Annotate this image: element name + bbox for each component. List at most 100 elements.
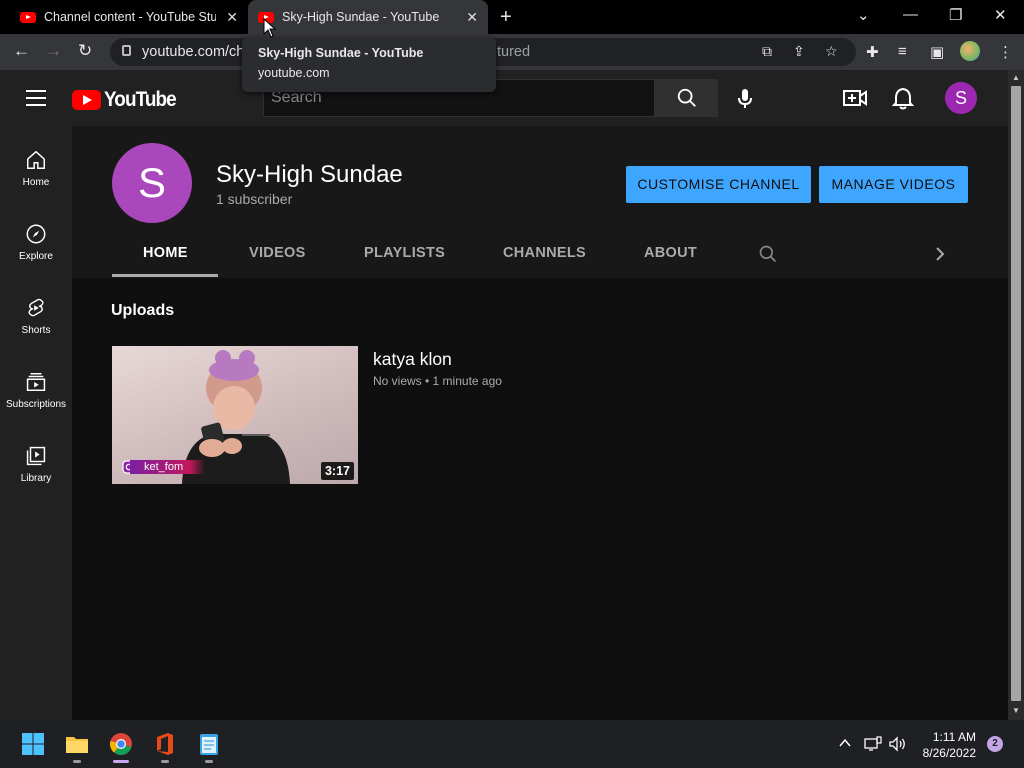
url-text-tail: tured xyxy=(497,44,531,60)
reading-list-icon[interactable]: ≡ xyxy=(898,43,907,60)
sidebar-item-label: Subscriptions xyxy=(5,399,67,410)
channel-avatar: S xyxy=(112,143,192,223)
tab-home[interactable]: HOME xyxy=(143,245,188,261)
office-icon[interactable] xyxy=(153,732,177,756)
youtube-favicon-icon xyxy=(20,11,36,23)
sidebar-item-label: Shorts xyxy=(21,325,51,336)
scroll-down-arrow-icon[interactable]: ▼ xyxy=(1012,706,1020,715)
tab-channel-content[interactable]: Channel content - YouTube Studio ✕ xyxy=(12,0,248,34)
sidebar-item-library[interactable]: Library xyxy=(0,445,72,484)
page-scrollbar[interactable]: ▲ ▼ xyxy=(1008,70,1024,720)
share-icon[interactable]: ⇪ xyxy=(793,43,805,60)
active-tab-indicator xyxy=(112,274,218,277)
restore-icon[interactable]: ❐ xyxy=(949,6,962,24)
compass-icon xyxy=(26,224,46,244)
hamburger-menu-icon[interactable] xyxy=(26,90,46,106)
new-tab-icon[interactable]: + xyxy=(500,6,512,29)
tooltip-title: Sky-High Sundae - YouTube xyxy=(258,46,424,60)
youtube-logo[interactable]: YouTube xyxy=(72,88,184,112)
tab-search-chevron-icon[interactable]: ⌄ xyxy=(857,6,870,24)
mouse-cursor-icon xyxy=(263,18,277,38)
microphone-icon[interactable] xyxy=(735,88,755,110)
clock-date: 8/26/2022 xyxy=(922,746,976,760)
subscriptions-icon xyxy=(26,373,46,391)
channel-name: Sky-High Sundae xyxy=(216,161,403,188)
app-running-indicator xyxy=(205,760,213,763)
youtube-play-logo-icon xyxy=(72,90,101,110)
open-in-app-icon[interactable]: ⧉ xyxy=(762,43,772,60)
side-panel-icon[interactable]: ▣ xyxy=(930,43,944,61)
browser-toolbar: ← → ↻ youtube.com/ch tured ⧉ ⇪ ☆ ✚ ≡ ▣ ⋮ xyxy=(0,34,1024,70)
instagram-overlay: ket_fom xyxy=(122,460,206,474)
scroll-up-arrow-icon[interactable]: ▲ xyxy=(1012,73,1020,82)
file-explorer-icon[interactable] xyxy=(65,732,89,756)
minimize-icon[interactable]: — xyxy=(903,6,918,23)
chevron-up-icon[interactable] xyxy=(838,736,852,750)
video-title[interactable]: katya klon xyxy=(373,349,452,370)
notepad-icon[interactable] xyxy=(197,732,221,756)
customise-channel-button[interactable]: CUSTOMISE CHANNEL xyxy=(626,166,811,203)
video-meta: No views • 1 minute ago xyxy=(373,374,502,388)
chrome-icon[interactable] xyxy=(109,732,133,756)
tooltip-host: youtube.com xyxy=(258,66,330,80)
bookmark-star-icon[interactable]: ☆ xyxy=(825,43,838,60)
video-duration: 3:17 xyxy=(320,462,354,480)
back-icon[interactable]: ← xyxy=(13,41,30,61)
browser-tab-strip: Channel content - YouTube Studio ✕ Sky-H… xyxy=(0,0,1024,34)
sidebar-item-subscriptions[interactable]: Subscriptions xyxy=(0,371,72,410)
sidebar-item-label: Explore xyxy=(19,251,53,262)
tab-sky-high-sundae[interactable]: Sky-High Sundae - YouTube ✕ xyxy=(248,0,488,34)
tab-hover-tooltip: Sky-High Sundae - YouTube youtube.com xyxy=(242,37,496,92)
tab-about[interactable]: ABOUT xyxy=(644,245,697,261)
notifications-bell-icon[interactable] xyxy=(892,87,914,111)
sidebar-item-label: Library xyxy=(20,473,52,484)
subscriber-count: 1 subscriber xyxy=(216,191,293,207)
section-title-uploads[interactable]: Uploads xyxy=(111,302,174,320)
close-tab-icon[interactable]: ✕ xyxy=(226,9,238,26)
create-video-icon[interactable] xyxy=(843,89,867,107)
network-icon[interactable] xyxy=(864,736,882,752)
app-running-indicator xyxy=(73,760,81,763)
shorts-icon xyxy=(28,298,44,317)
system-clock[interactable]: 1:11 AM 8/26/2022 xyxy=(918,729,976,761)
video-thumbnail[interactable]: ket_fom 3:17 xyxy=(112,346,358,484)
windows-taskbar: 1:11 AM 8/26/2022 xyxy=(0,720,1024,768)
tab-playlists[interactable]: PLAYLISTS xyxy=(364,245,445,261)
scrollbar-thumb[interactable] xyxy=(1011,86,1021,701)
close-tab-icon[interactable]: ✕ xyxy=(466,9,478,26)
app-running-indicator xyxy=(161,760,169,763)
guide-sidebar: Home Explore Shorts Subscriptions Librar… xyxy=(0,126,72,720)
forward-icon[interactable]: → xyxy=(45,41,62,61)
lock-icon xyxy=(122,45,131,56)
tab-videos[interactable]: VIDEOS xyxy=(249,245,306,261)
sidebar-item-explore[interactable]: Explore xyxy=(0,223,72,262)
tab-title: Sky-High Sundae - YouTube xyxy=(282,10,440,24)
search-icon xyxy=(677,88,696,107)
search-button[interactable] xyxy=(655,79,718,117)
notification-count-badge[interactable]: 2 xyxy=(987,736,1003,752)
sidebar-item-shorts[interactable]: Shorts xyxy=(0,297,72,336)
channel-header: S Sky-High Sundae 1 subscriber CUSTOMISE… xyxy=(72,126,1008,278)
browser-menu-icon[interactable]: ⋮ xyxy=(998,43,1013,61)
tab-title: Channel content - YouTube Studio xyxy=(44,10,216,24)
profile-avatar[interactable] xyxy=(960,41,980,61)
close-window-icon[interactable]: ✕ xyxy=(994,6,1007,24)
channel-search-icon[interactable] xyxy=(758,244,778,264)
url-text: youtube.com/ch xyxy=(142,44,245,60)
volume-icon[interactable] xyxy=(889,736,907,752)
manage-videos-button[interactable]: MANAGE VIDEOS xyxy=(819,166,968,203)
sidebar-item-label: Home xyxy=(22,177,50,188)
reload-icon[interactable]: ↻ xyxy=(78,41,92,61)
tab-channels[interactable]: CHANNELS xyxy=(503,245,586,261)
extensions-icon[interactable]: ✚ xyxy=(866,43,879,61)
youtube-masthead: YouTube S xyxy=(0,70,1008,126)
windows-start-icon[interactable] xyxy=(21,732,45,756)
app-active-indicator xyxy=(113,760,129,763)
home-icon xyxy=(27,150,45,169)
sidebar-item-home[interactable]: Home xyxy=(0,149,72,188)
overlay-handle: ket_fom xyxy=(130,460,206,474)
clock-time: 1:11 AM xyxy=(932,730,976,744)
logo-text: YouTube xyxy=(104,88,177,111)
account-avatar[interactable]: S xyxy=(945,82,977,114)
chevron-right-icon[interactable] xyxy=(934,246,946,262)
